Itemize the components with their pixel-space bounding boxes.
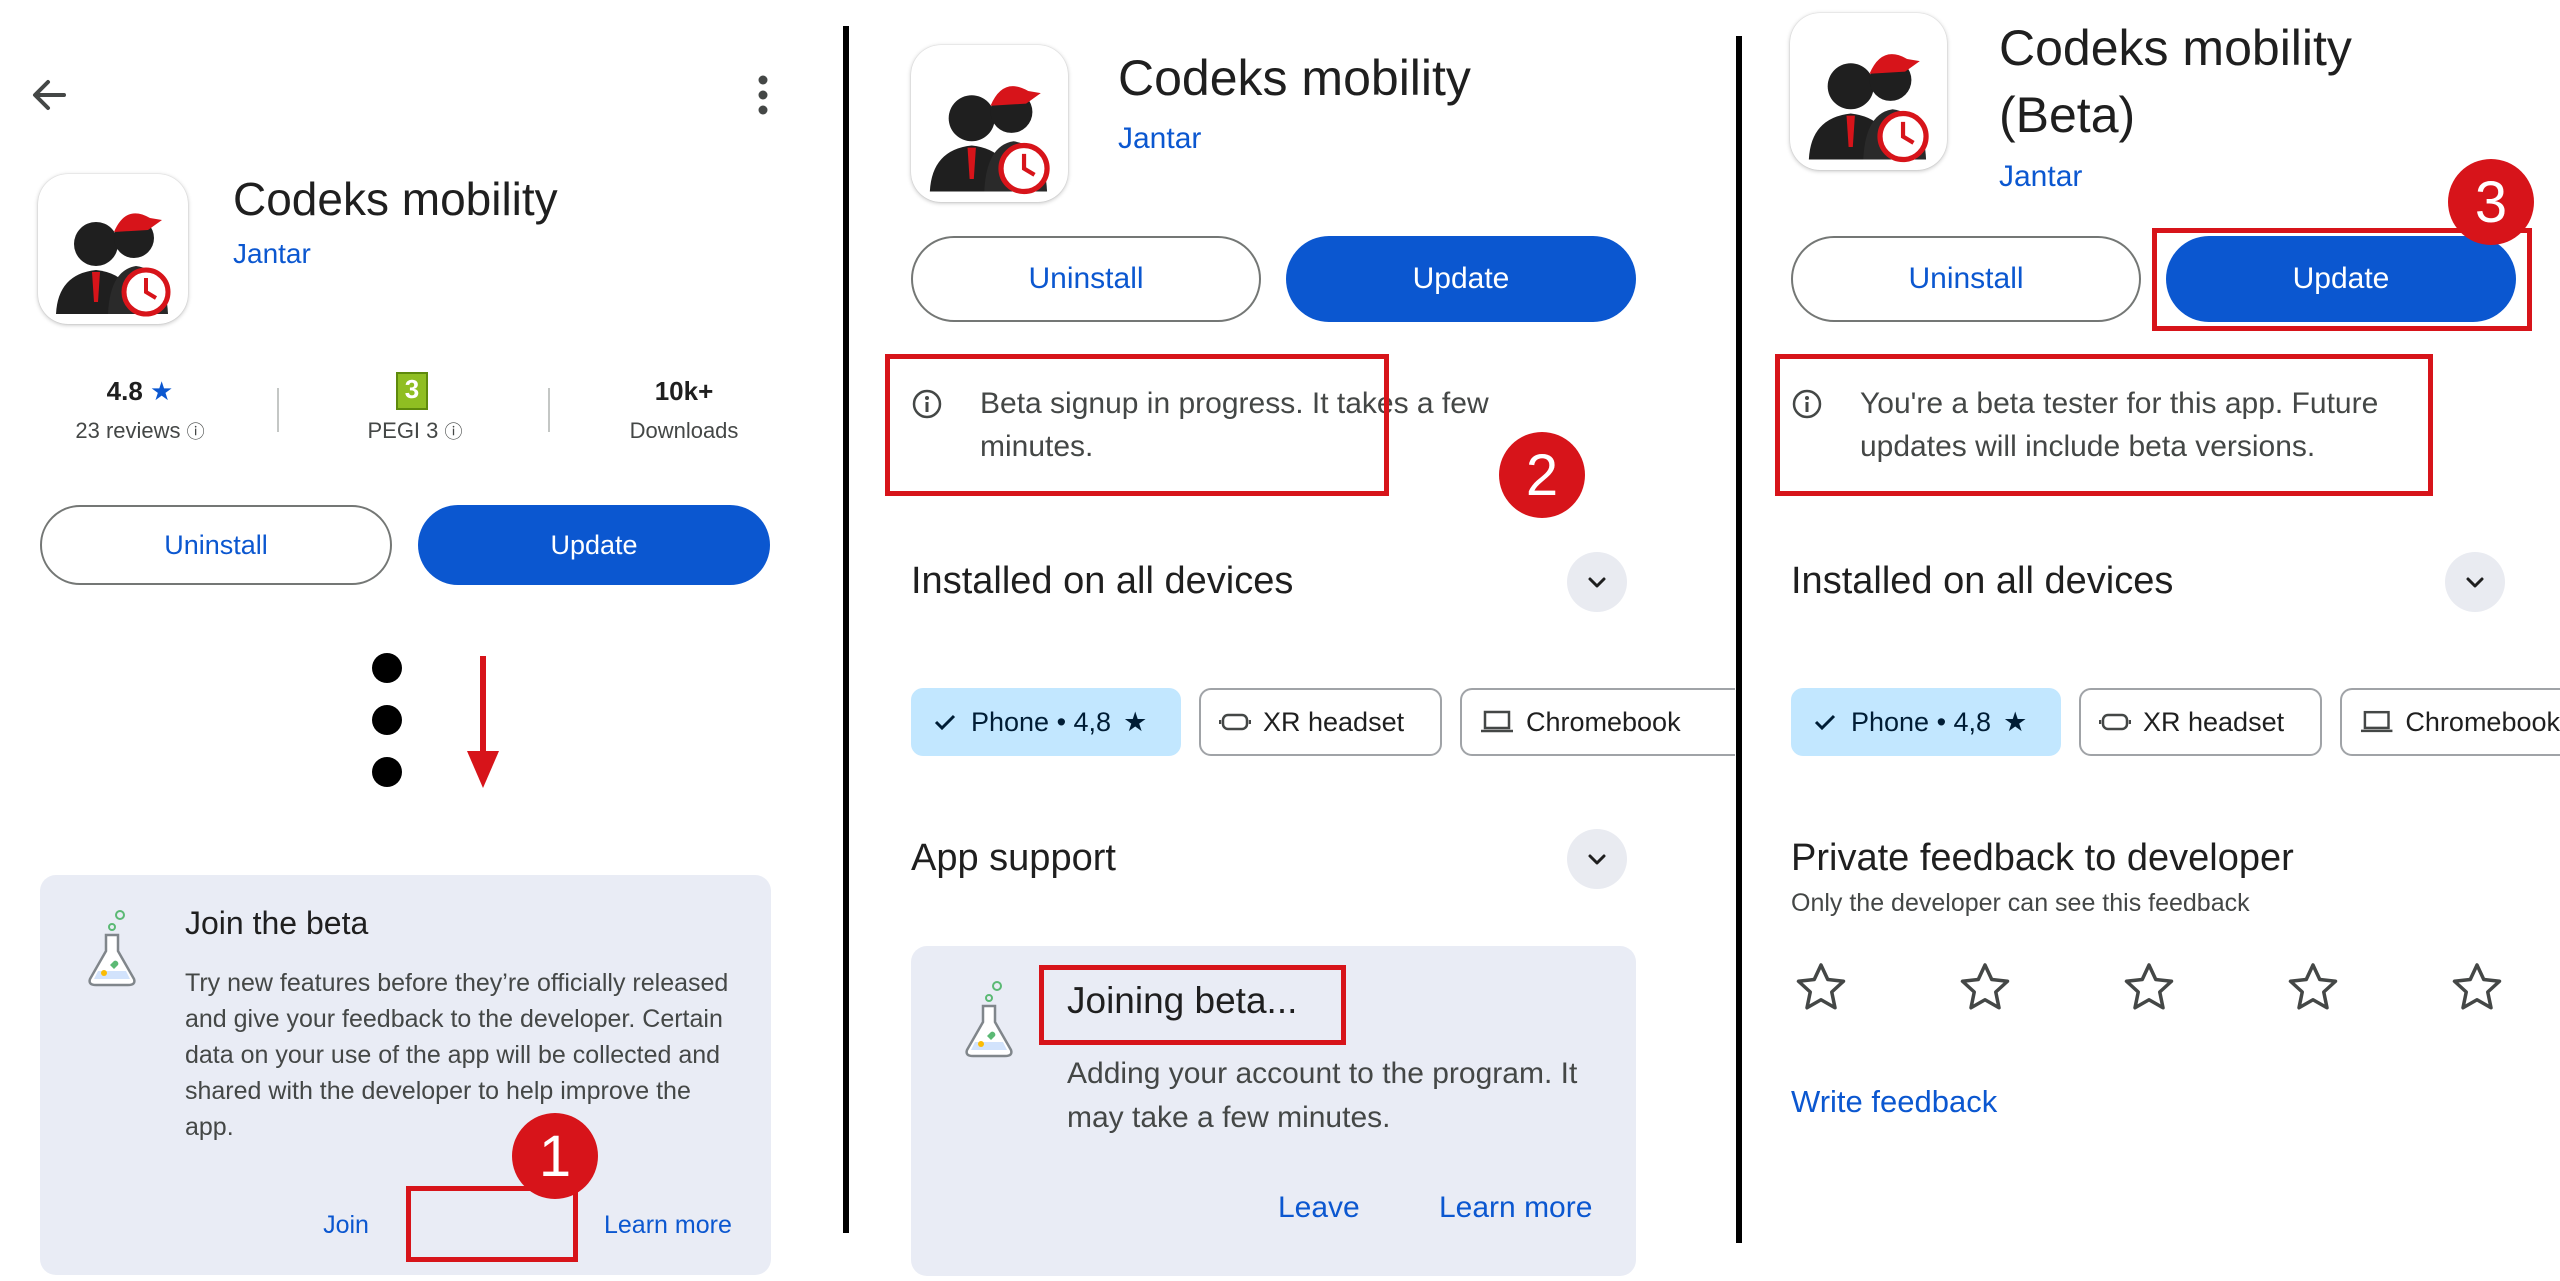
downloads-value: 10k+	[654, 376, 714, 406]
scroll-dot	[372, 757, 402, 787]
check-icon	[1814, 714, 1836, 731]
panel-divider	[843, 26, 849, 1233]
developer-link[interactable]: Jantar	[1999, 160, 2082, 194]
panel-beta-signup: Codeks mobility Jantar Uninstall Update …	[850, 0, 1735, 1281]
app-title-line1: Codeks mobility	[1999, 20, 2352, 76]
laptop-icon	[1481, 710, 1513, 733]
back-arrow-icon[interactable]	[24, 70, 74, 120]
developer-link[interactable]: Jantar	[233, 238, 311, 270]
info-icon: ⓘ	[186, 422, 205, 442]
learn-more-link[interactable]: Learn more	[604, 1200, 754, 1250]
expand-installed-button[interactable]	[1567, 552, 1627, 612]
divider	[548, 388, 550, 432]
scroll-dot	[372, 705, 402, 735]
app-support-title: App support	[911, 837, 1116, 879]
highlight-box-info	[885, 354, 1389, 496]
update-button[interactable]: Update	[1286, 236, 1636, 322]
chip-chromebook[interactable]: Chromebook	[1460, 688, 1735, 756]
rating-star-2-icon[interactable]	[1955, 958, 2015, 1018]
chevron-down-icon	[1588, 854, 1606, 865]
private-feedback-subtitle: Only the developer can see this feedback	[1791, 889, 2250, 917]
pegi-icon: 3	[396, 372, 428, 410]
check-icon	[934, 714, 956, 731]
star-icon: ★	[2003, 706, 2028, 737]
beta-flask-icon	[959, 980, 1019, 1060]
developer-link[interactable]: Jantar	[1118, 122, 1201, 156]
scroll-down-arrow-icon	[463, 656, 503, 791]
private-feedback-title: Private feedback to developer	[1791, 837, 2294, 879]
rating-star-icon: ★	[150, 376, 174, 406]
codeks-logo-icon	[1808, 54, 1929, 163]
app-icon	[38, 174, 188, 324]
rating-value: 4.8 ★	[106, 376, 174, 406]
app-icon	[911, 45, 1068, 202]
rating-star-4-icon[interactable]	[2283, 958, 2343, 1018]
beta-card-body: Try new features before they’re official…	[185, 969, 729, 1141]
rating-star-5-icon[interactable]	[2447, 958, 2507, 1018]
downloads-label: Downloads	[629, 418, 739, 443]
laptop-icon	[2360, 710, 2393, 733]
info-icon: ⓘ	[444, 422, 463, 442]
uninstall-button[interactable]: Uninstall	[1791, 236, 2141, 322]
divider	[277, 388, 279, 432]
step-badge-3: 3	[2448, 159, 2534, 245]
panel-store-listing: Codeks mobility Jantar 4.8 ★ 23 reviews …	[0, 0, 845, 1281]
chevron-down-icon	[1588, 577, 1606, 588]
app-title-line2: (Beta)	[1999, 87, 2136, 143]
xr-headset-icon	[1219, 713, 1251, 731]
join-button[interactable]: Join	[266, 1200, 426, 1250]
chip-xr-headset[interactable]: XR headset	[2079, 688, 2322, 756]
codeks-logo-icon	[929, 86, 1050, 195]
update-button[interactable]: Update	[418, 505, 770, 585]
installed-devices-title: Installed on all devices	[1791, 560, 2174, 602]
codeks-logo-icon	[56, 213, 171, 317]
step-badge-2: 2	[1499, 432, 1585, 518]
chip-chromebook[interactable]: Chromebook	[2340, 688, 2560, 756]
chevron-down-icon	[2466, 577, 2484, 588]
highlight-box-info	[1775, 354, 2433, 496]
chip-xr-headset[interactable]: XR headset	[1199, 688, 1442, 756]
chip-phone[interactable]: Phone • 4,8 ★	[911, 688, 1181, 756]
star-icon: ★	[1123, 706, 1148, 737]
more-options-icon[interactable]	[748, 70, 778, 120]
chip-phone[interactable]: Phone • 4,8 ★	[1791, 688, 2061, 756]
expand-installed-button[interactable]	[2445, 552, 2505, 612]
highlight-box-joining	[1039, 965, 1346, 1045]
uninstall-button[interactable]: Uninstall	[911, 236, 1261, 322]
beta-card-title: Join the beta	[185, 905, 369, 941]
xr-headset-icon	[2099, 713, 2131, 731]
write-feedback-link[interactable]: Write feedback	[1791, 1084, 1997, 1120]
panel-beta-tester: Codeks mobility (Beta) Jantar Uninstall …	[1740, 0, 2560, 1281]
app-icon	[1790, 13, 1947, 170]
step-badge-1: 1	[512, 1113, 598, 1199]
learn-more-link[interactable]: Learn more	[1439, 1191, 1592, 1225]
joining-beta-body: Adding your account to the program. It m…	[1067, 1057, 1578, 1134]
expand-app-support-button[interactable]	[1567, 829, 1627, 889]
uninstall-button[interactable]: Uninstall	[40, 505, 392, 585]
scroll-dot	[372, 653, 402, 683]
reviews-count[interactable]: 23 reviews ⓘ	[40, 418, 240, 444]
beta-flask-icon	[82, 909, 142, 989]
leave-button[interactable]: Leave	[1278, 1191, 1360, 1225]
rating-star-3-icon[interactable]	[2119, 958, 2179, 1018]
pegi-label[interactable]: PEGI 3 ⓘ	[340, 418, 490, 444]
rating-star-1-icon[interactable]	[1791, 958, 1851, 1018]
app-title: Codeks mobility	[233, 173, 558, 225]
app-title: Codeks mobility	[1118, 50, 1471, 106]
highlight-box-update	[2152, 228, 2532, 331]
installed-devices-title: Installed on all devices	[911, 560, 1294, 602]
